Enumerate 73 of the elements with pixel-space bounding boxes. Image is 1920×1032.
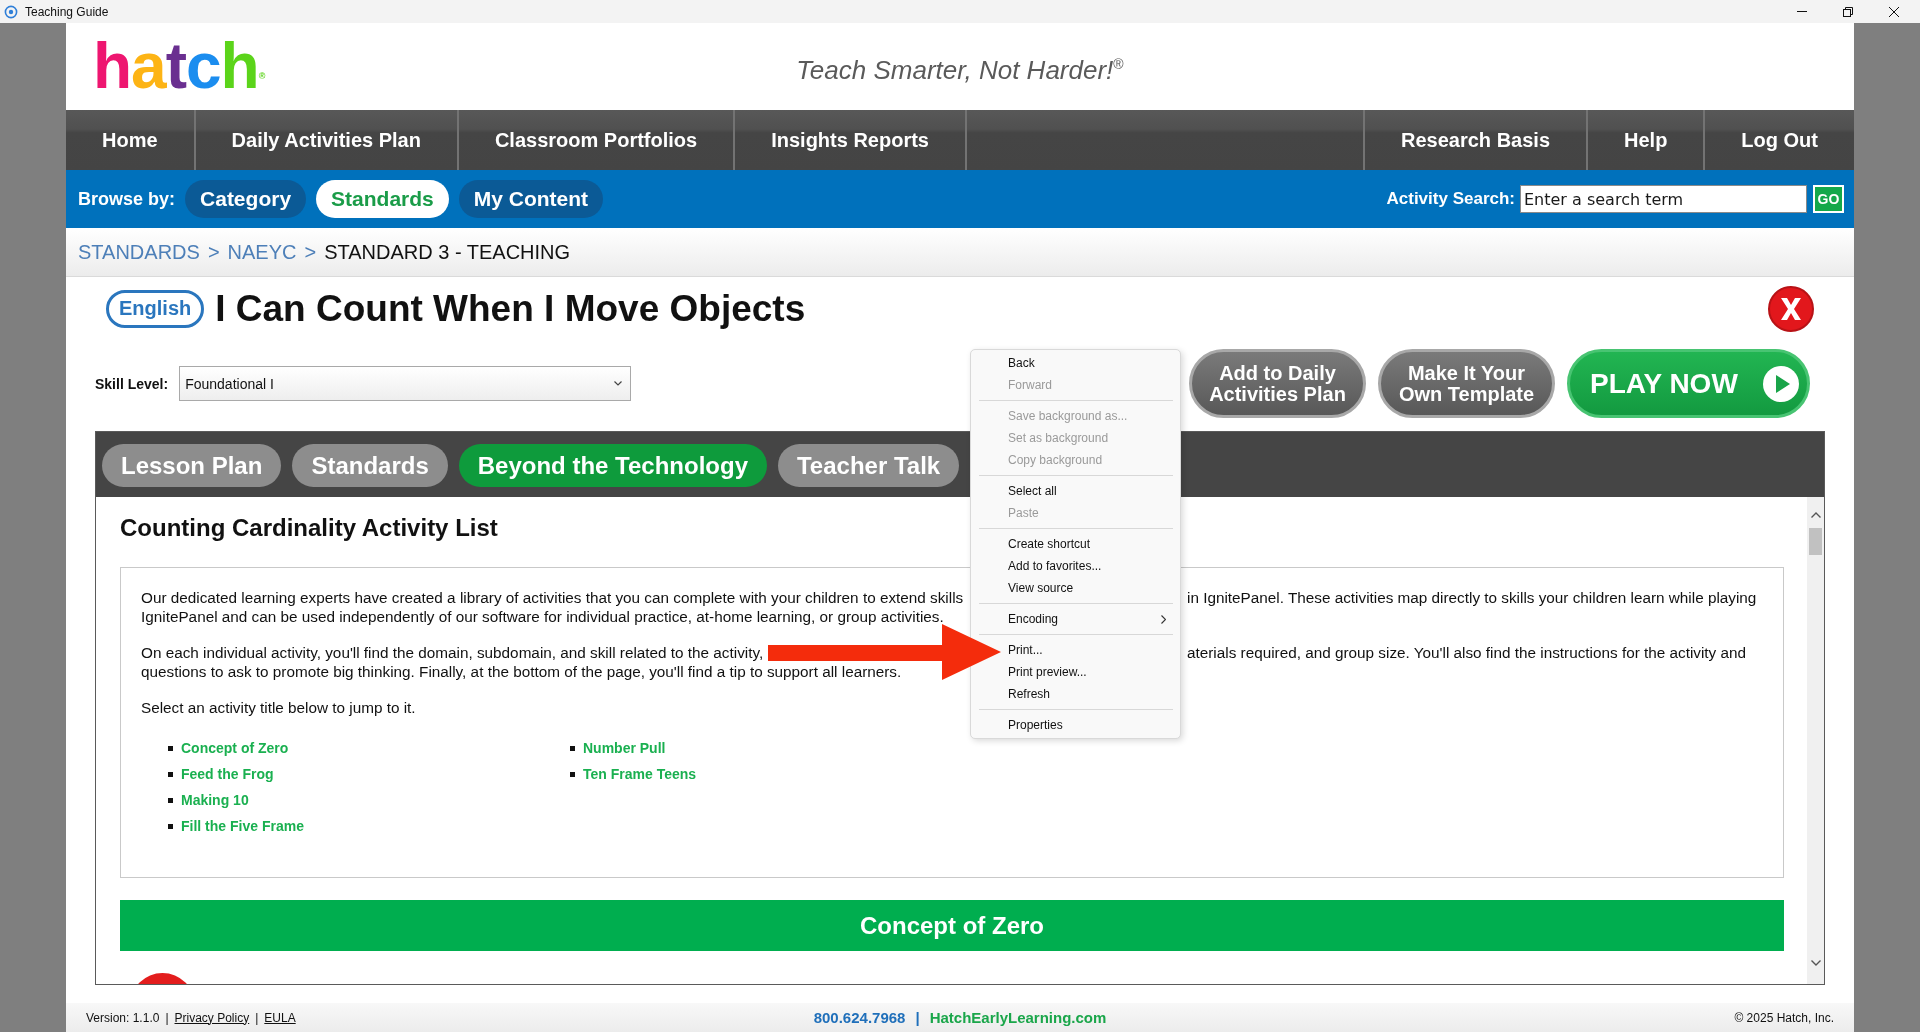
menu-item[interactable]: Properties <box>1008 714 1180 736</box>
text-line: Our dedicated learning experts have created a library of activities that you can complete with your children to extend skills <box>141 588 964 607</box>
text-line: aterials required, and group size. You'll also find the instructions for the activity and <box>1187 643 1747 662</box>
scrollbar-thumb[interactable] <box>1809 528 1822 555</box>
tab[interactable]: Beyond the Technology <box>458 444 767 487</box>
text-line: questions to ask to promote big thinking. Finally, at the bottom of the page, you'll find a tip to support all learners. <box>141 662 902 681</box>
menu-item[interactable]: Encoding <box>1008 608 1180 630</box>
scroll-down-icon <box>1810 960 1821 966</box>
breadcrumb-link[interactable]: STANDARDS <box>78 240 200 264</box>
content-heading: Counting Cardinality Activity List <box>120 514 499 542</box>
text-line: On each individual activity, you'll find the domain, subdomain, and skill related to the activity, <box>141 643 764 662</box>
action-button[interactable]: Make It Your Own Template <box>1378 349 1555 418</box>
tab[interactable]: Lesson Plan <box>102 444 282 487</box>
bullet-icon <box>168 823 173 829</box>
menu-item[interactable]: Create shortcut <box>1008 533 1180 555</box>
bullet-icon <box>570 771 575 777</box>
search-field[interactable]: Enter a search term <box>1520 185 1807 213</box>
section-banner: Concept of Zero <box>120 900 1784 951</box>
caret-icon <box>614 381 623 386</box>
text-line: Select an activity title below to jump to it. <box>141 698 416 717</box>
menu-item[interactable]: Back <box>1008 352 1180 374</box>
browse-label: Browse by: <box>78 188 176 210</box>
text-line: IgnitePanel and can be used independently of our software for individual practice, at-home learning, or group activities. <box>141 607 944 626</box>
go-button[interactable]: GO <box>1813 185 1844 213</box>
browse-option[interactable]: Standards <box>316 180 449 218</box>
close-button[interactable] <box>1768 285 1814 332</box>
menu-item[interactable]: View source <box>1008 577 1180 599</box>
action-button[interactable]: Add to Daily Activities Plan <box>1189 349 1366 418</box>
breadcrumb-separator: > <box>207 240 220 264</box>
menu-item[interactable]: Refresh <box>1008 683 1180 705</box>
scroll-up-icon <box>1810 512 1821 518</box>
chevron-right-icon <box>1161 614 1166 624</box>
menu-item[interactable]: Print preview... <box>1008 661 1180 683</box>
menu-item[interactable]: Select all <box>1008 480 1180 502</box>
footer-separator: | <box>255 1010 259 1025</box>
footer-link[interactable]: EULA <box>264 1010 296 1025</box>
close-icon <box>1889 6 1899 17</box>
tab[interactable]: Standards <box>292 444 448 487</box>
breadcrumb-separator: > <box>304 240 317 264</box>
search-label: Activity Search: <box>1386 189 1515 209</box>
language-button[interactable]: English <box>106 289 205 328</box>
skill-level-select[interactable]: Foundational I <box>179 366 632 401</box>
menu-item[interactable]: Add to favorites... <box>1008 555 1180 577</box>
restore-icon <box>1843 6 1853 17</box>
browse-option[interactable]: Category <box>185 180 307 218</box>
version-label: Version: 1.1.0 <box>86 1010 160 1025</box>
bullet-icon <box>168 745 173 751</box>
phone-link[interactable]: 800.624.7968 <box>813 1009 906 1026</box>
scrollbar[interactable] <box>1807 497 1824 984</box>
bullet-icon <box>570 745 575 751</box>
footer-separator: | <box>915 1009 920 1026</box>
nav-link[interactable]: Log Out <box>1705 110 1854 170</box>
bullet-icon <box>168 797 173 803</box>
footer-link[interactable]: Privacy Policy <box>174 1010 250 1025</box>
browse-option[interactable]: My Content <box>458 180 604 218</box>
breadcrumb-current: STANDARD 3 - TEACHING <box>324 240 571 264</box>
copyright: © 2025 Hatch, Inc. <box>1734 1010 1834 1025</box>
breadcrumb-link[interactable]: NAEYC <box>227 240 297 264</box>
close-icon <box>1781 297 1801 320</box>
minimize-icon <box>1797 11 1807 12</box>
play-icon <box>1763 365 1799 402</box>
play-button[interactable]: PLAY NOW <box>1567 349 1810 418</box>
skill-level-label: Skill Level: <box>95 375 169 392</box>
tagline: Teach Smarter, Not Harder!$^{®}$ <box>796 53 1124 85</box>
logo: hatch$^{®}$ <box>93 34 266 98</box>
footer-separator: | <box>165 1010 169 1025</box>
bullet-icon <box>168 771 173 777</box>
tab[interactable]: Teacher Talk <box>778 444 960 487</box>
app-icon <box>4 4 18 19</box>
menu-item[interactable]: Print... <box>1008 639 1180 661</box>
window-title: Teaching Guide <box>25 4 109 19</box>
text-line: in IgnitePanel. These activities map directly to skills your children learn while playing <box>1187 588 1757 607</box>
page-title: I Can Count When I Move Objects <box>215 287 806 330</box>
